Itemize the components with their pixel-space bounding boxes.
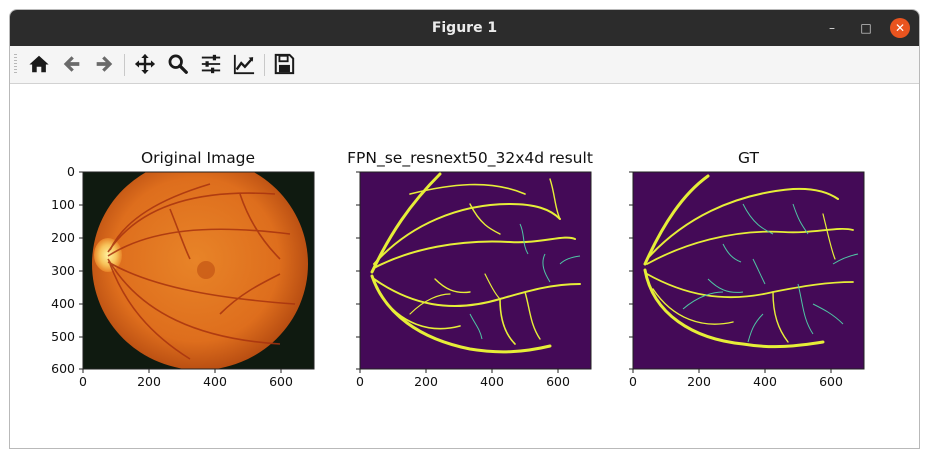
- macula: [197, 261, 215, 279]
- y-tick-label: 400: [51, 296, 75, 311]
- y-tick-label: 100: [51, 197, 75, 212]
- x-tick-label: 600: [269, 374, 293, 389]
- x-tick-label: 400: [480, 374, 504, 389]
- y-tick-label: 0: [67, 164, 75, 179]
- line-chart-icon: [233, 54, 255, 75]
- axes-original[interactable]: 0 100 200 300 400 500 600 0 200 400 600: [10, 164, 330, 394]
- y-tick-label: 500: [51, 329, 75, 344]
- maximize-button[interactable]: □: [856, 18, 876, 38]
- move-icon: [134, 53, 156, 75]
- x-tick-label: 400: [203, 374, 227, 389]
- y-tick-label: 600: [51, 361, 75, 376]
- x-tick-label: 0: [79, 374, 87, 389]
- minimize-button[interactable]: –: [822, 18, 842, 38]
- y-tick-label: 300: [51, 263, 75, 278]
- x-tick-label: 600: [546, 374, 570, 389]
- axes-prediction[interactable]: 0 200 400 600: [350, 164, 610, 394]
- x-tick-label: 0: [356, 374, 364, 389]
- x-tick-label: 200: [137, 374, 161, 389]
- floppy-icon: [274, 53, 295, 75]
- x-tick-label: 200: [687, 374, 711, 389]
- save-button[interactable]: [270, 50, 298, 78]
- axes-ground-truth[interactable]: 0 200 400 600: [623, 164, 883, 394]
- x-tick-label: 400: [753, 374, 777, 389]
- x-tick-label: 0: [629, 374, 637, 389]
- customize-button[interactable]: [230, 50, 258, 78]
- forward-button[interactable]: [90, 50, 118, 78]
- title-bar[interactable]: Figure 1 – □ ✕: [10, 10, 919, 46]
- magnifier-icon: [168, 54, 188, 74]
- sliders-icon: [201, 54, 221, 74]
- arrow-left-icon: [63, 56, 80, 72]
- zoom-button[interactable]: [164, 50, 192, 78]
- close-button[interactable]: ✕: [890, 18, 910, 38]
- pan-button[interactable]: [131, 50, 159, 78]
- home-button[interactable]: [25, 50, 53, 78]
- x-tick-label: 600: [819, 374, 843, 389]
- toolbar-grip[interactable]: [14, 54, 17, 74]
- y-tick-label: 200: [51, 230, 75, 245]
- back-button[interactable]: [58, 50, 86, 78]
- home-icon: [29, 55, 49, 73]
- mask-background: [360, 172, 591, 369]
- toolbar: [10, 46, 919, 84]
- subplots-button[interactable]: [197, 50, 225, 78]
- toolbar-separator: [124, 54, 125, 76]
- toolbar-separator: [264, 54, 265, 76]
- window-title: Figure 1: [431, 20, 498, 36]
- figure-window: Figure 1 – □ ✕ Original Image 0 100 200 …: [9, 9, 920, 449]
- arrow-right-icon: [96, 56, 113, 72]
- figure-canvas[interactable]: Original Image 0 100 200 300 400 500 600…: [10, 84, 919, 448]
- x-tick-label: 200: [414, 374, 438, 389]
